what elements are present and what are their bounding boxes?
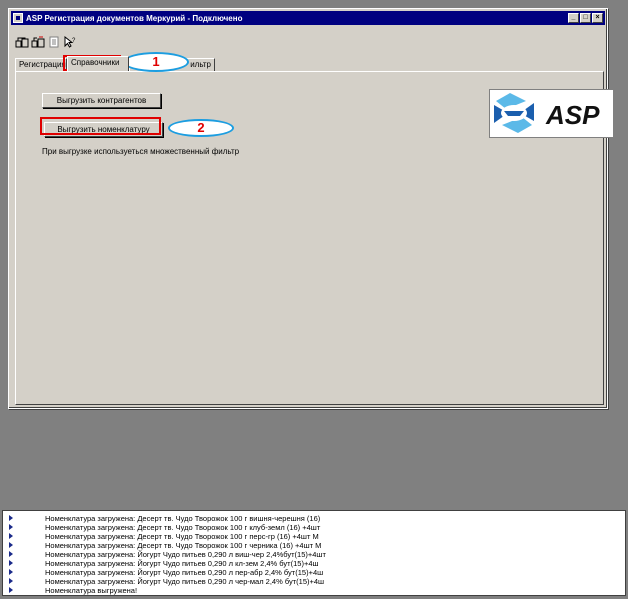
annotation-marker-1: 1 [123, 52, 189, 72]
app-icon [13, 13, 23, 23]
row-arrow-icon [9, 533, 13, 539]
log-text: Номенклатура загружена: Десерт тв. Чудо … [45, 532, 319, 541]
disconnect-icon[interactable] [31, 36, 45, 48]
svg-text:?: ? [72, 38, 76, 44]
log-row: Номенклатура загружена: Йогурт Чудо пить… [3, 568, 625, 577]
tab-filter-label: ильтр [190, 60, 211, 69]
log-row: Номенклатура загружена: Йогурт Чудо пить… [3, 559, 625, 568]
log-text: Номенклатура загружена: Йогурт Чудо пить… [45, 550, 326, 559]
row-arrow-icon [9, 560, 13, 566]
log-text: Номенклатура загружена: Десерт тв. Чудо … [45, 514, 321, 523]
title-bar[interactable]: ASP Регистрация документов Меркурий - По… [11, 11, 605, 25]
log-row: Номенклатура загружена: Десерт тв. Чудо … [3, 514, 625, 523]
log-text: Номенклатура загружена: Десерт тв. Чудо … [45, 541, 322, 550]
close-button[interactable]: × [592, 13, 603, 23]
annotation-marker-2: 2 [168, 119, 234, 137]
window-title: ASP Регистрация документов Меркурий - По… [26, 13, 243, 23]
log-row: Номенклатура загружена: Десерт тв. Чудо … [3, 532, 625, 541]
filter-note: При выгрузке используеться множественный… [42, 147, 240, 156]
minimize-button[interactable]: _ [568, 13, 579, 23]
row-arrow-icon [9, 524, 13, 530]
tab-registration[interactable]: Регистрация [15, 58, 67, 71]
log-text: Номенклатура загружена: Йогурт Чудо пить… [45, 559, 319, 568]
row-arrow-icon [9, 587, 13, 593]
document-icon[interactable] [47, 36, 61, 48]
row-arrow-icon [9, 551, 13, 557]
highlight-export-nomenclature [40, 117, 161, 135]
row-arrow-icon [9, 578, 13, 584]
row-arrow-icon [9, 569, 13, 575]
export-contractors-button[interactable]: Выгрузить контрагентов [42, 93, 161, 108]
log-row: Номенклатура выгружена! [3, 586, 625, 595]
pointer-help-icon[interactable]: ? [63, 36, 77, 48]
log-row: Номенклатура загружена: Десерт тв. Чудо … [3, 523, 625, 532]
tab-references[interactable]: Справочники [67, 56, 129, 71]
log-text: Номенклатура загружена: Десерт тв. Чудо … [45, 523, 321, 532]
row-arrow-icon [9, 515, 13, 521]
row-arrow-icon [9, 542, 13, 548]
main-window: ASP Регистрация документов Меркурий - По… [8, 8, 614, 409]
toolbar: ? [15, 35, 77, 49]
asp-logo: ASP [489, 89, 614, 138]
log-text: Номенклатура загружена: Йогурт Чудо пить… [45, 577, 325, 586]
log-panel[interactable]: Номенклатура загружена: Десерт тв. Чудо … [2, 510, 626, 596]
log-row: Номенклатура загружена: Десерт тв. Чудо … [3, 541, 625, 550]
log-row: Номенклатура загружена: Йогурт Чудо пить… [3, 577, 625, 586]
log-text: Номенклатура загружена: Йогурт Чудо пить… [45, 568, 324, 577]
maximize-button[interactable]: □ [580, 13, 591, 23]
log-row: Номенклатура загружена: Йогурт Чудо пить… [3, 550, 625, 559]
connect-icon[interactable] [15, 36, 29, 48]
log-text: Номенклатура выгружена! [45, 586, 138, 595]
logo-text: ASP [545, 100, 600, 130]
